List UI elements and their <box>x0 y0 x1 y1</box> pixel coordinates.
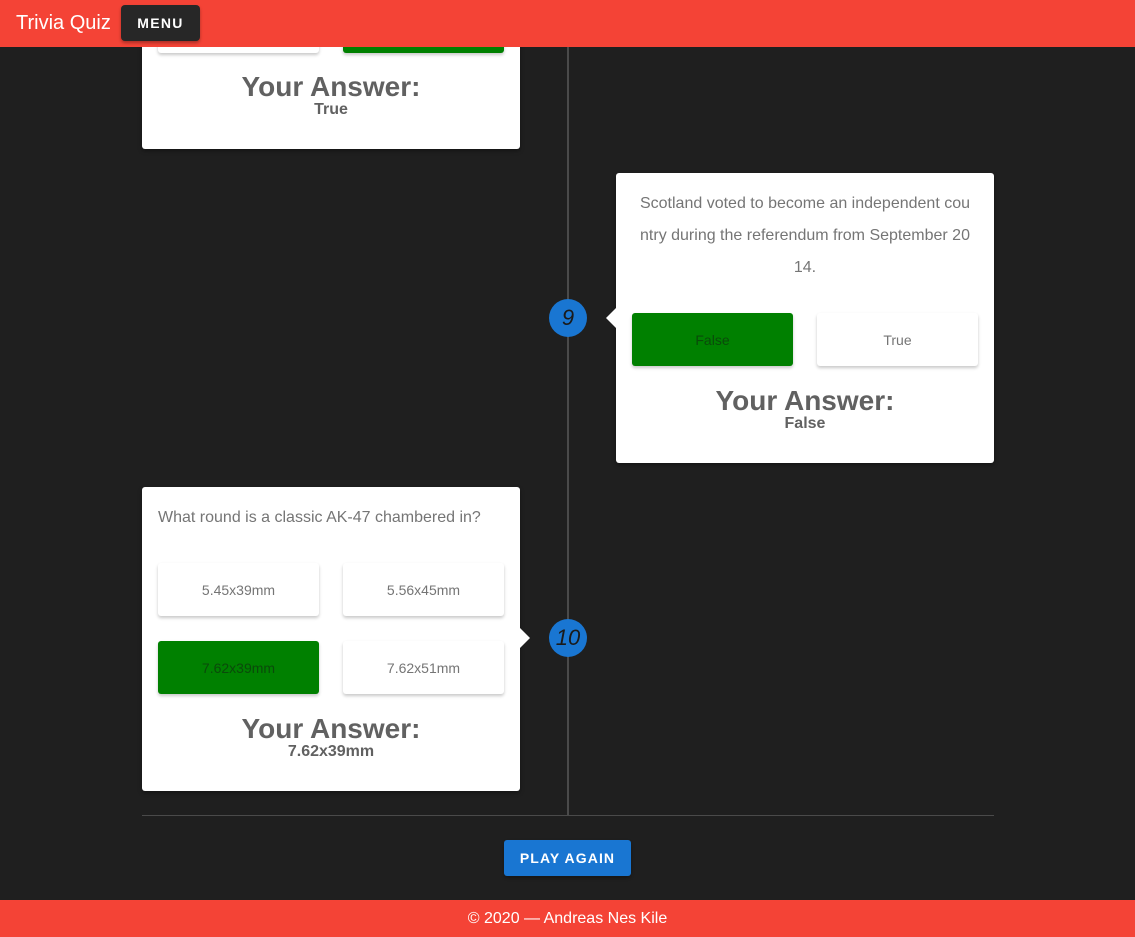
answer-option-3[interactable]: 7.62x39mm <box>158 641 319 694</box>
answer-option-4[interactable]: 7.62x51mm <box>343 641 504 694</box>
results-page: Your Answer: True Trivia Quiz MENU Scotl… <box>0 0 1135 937</box>
timeline-line <box>567 47 569 815</box>
question-text: Scotland voted to become an independent … <box>632 188 978 284</box>
your-answer-value: True <box>314 101 348 118</box>
your-answer-value: False <box>784 415 826 432</box>
question-text-line: 14. <box>793 259 817 276</box>
answer-option-true[interactable]: True <box>817 313 978 366</box>
answer-option-2[interactable]: 5.56x45mm <box>343 563 504 616</box>
question-number-badge: 9 <box>549 299 587 337</box>
question-text-line: ntry during the referendum from Septembe… <box>640 227 970 244</box>
app-bar: Trivia Quiz MENU <box>0 0 1135 47</box>
app-title[interactable]: Trivia Quiz <box>16 11 111 35</box>
menu-button[interactable]: MENU <box>121 5 200 41</box>
your-answer-heading: Your Answer: <box>241 71 421 102</box>
question-text-line: Scotland voted to become an independent … <box>639 195 971 212</box>
answer-option-false[interactable]: False <box>632 313 793 366</box>
footer-text: © 2020 — Andreas Nes Kile <box>467 909 668 927</box>
question-card-10: What round is a classic AK-47 chambered … <box>142 487 520 791</box>
answer-option-1[interactable]: 5.45x39mm <box>158 563 319 616</box>
play-again-button[interactable]: PLAY AGAIN <box>504 840 631 876</box>
question-card-9: Scotland voted to become an independent … <box>616 173 994 463</box>
card-pointer <box>520 628 530 648</box>
your-answer-heading: Your Answer: <box>715 385 895 416</box>
question-text: What round is a classic AK-47 chambered … <box>158 509 481 526</box>
timeline-divider <box>142 815 994 816</box>
footer: © 2020 — Andreas Nes Kile <box>0 900 1135 937</box>
your-answer-heading: Your Answer: <box>241 713 421 744</box>
card-pointer <box>606 308 616 328</box>
your-answer-value: 7.62x39mm <box>287 743 375 760</box>
question-number-badge: 10 <box>549 619 587 657</box>
